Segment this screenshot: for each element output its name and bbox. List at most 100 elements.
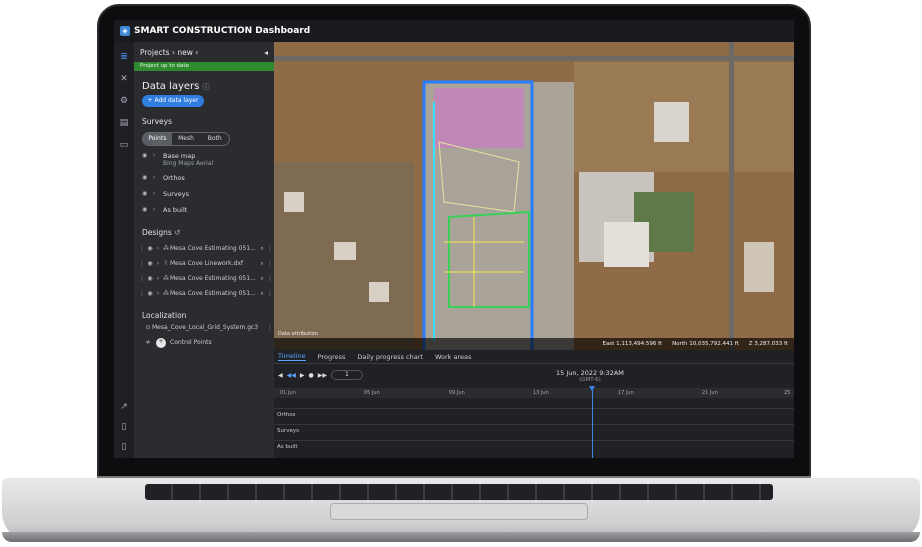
- laptop-base-lip: [2, 532, 920, 542]
- designs-title: Designs ↺: [142, 228, 181, 237]
- machine-icon[interactable]: ▤: [119, 118, 129, 128]
- icon-rail: ≣ ✕ ⚙ ▤ ▭ ↗ ▯ ▯: [114, 42, 134, 458]
- trackpad: [330, 503, 588, 520]
- chevron-right-icon[interactable]: ›: [154, 275, 162, 282]
- drag-handle-icon[interactable]: ⋮: [138, 245, 146, 252]
- skip-back-icon[interactable]: ◀: [278, 372, 283, 379]
- rewind-icon[interactable]: ◀◀: [287, 372, 296, 379]
- view-mode-points[interactable]: Points: [143, 133, 172, 145]
- step-input[interactable]: 1: [330, 370, 363, 380]
- chevron-right-icon[interactable]: ›: [153, 190, 159, 197]
- report-icon[interactable]: ▯: [119, 442, 129, 452]
- design-item[interactable]: ⋮ ◉ › ⁂ Mesa Cove Estimating 051... ⌕ ⋮: [134, 271, 274, 286]
- design-name: Mesa Cove Estimating 051...: [170, 275, 256, 282]
- external-link-icon[interactable]: ↗: [119, 402, 129, 412]
- coord-east: East 1,113,494.596 ft: [602, 341, 663, 347]
- view-mode-mesh[interactable]: Mesh: [172, 133, 201, 145]
- timeline-playhead[interactable]: [589, 386, 595, 458]
- eye-icon[interactable]: ◉: [146, 290, 154, 297]
- layer-orthos[interactable]: ◉ › Orthos: [134, 174, 274, 190]
- map-view[interactable]: East 1,113,494.596 ft North 10,035,792.4…: [274, 42, 794, 350]
- more-icon[interactable]: ⋮: [266, 275, 274, 282]
- timeline-row-surveys[interactable]: Surveys: [274, 424, 794, 438]
- view-mode-toggle: Points Mesh Both: [142, 132, 230, 146]
- more-icon[interactable]: ⋮: [266, 245, 274, 252]
- control-points-item[interactable]: ≉ + Control Points: [134, 335, 274, 350]
- drag-handle-icon[interactable]: ⋮: [138, 260, 146, 267]
- document-icon[interactable]: ▯: [119, 422, 129, 432]
- eye-icon[interactable]: ◉: [142, 174, 150, 181]
- chevron-right-icon[interactable]: ›: [154, 290, 162, 297]
- coord-z: Z 3,287.033 ft: [748, 341, 788, 347]
- aerial-imagery: [274, 42, 794, 350]
- history-icon[interactable]: ↺: [174, 228, 180, 237]
- zoom-icon[interactable]: ⌕: [258, 260, 266, 268]
- zoom-icon[interactable]: ⌕: [258, 245, 266, 253]
- play-icon[interactable]: ▶: [300, 372, 305, 379]
- hide-icon[interactable]: ≉: [144, 339, 152, 346]
- data-layers-title: Data layers ⓘ: [142, 81, 210, 92]
- layers-icon[interactable]: ≣: [119, 52, 129, 62]
- chevron-right-icon[interactable]: ›: [153, 206, 159, 213]
- tools-icon[interactable]: ✕: [119, 74, 129, 84]
- design-name: Mesa Cove Linework.dxf: [170, 260, 243, 267]
- tab-daily-progress-chart[interactable]: Daily progress chart: [357, 353, 423, 361]
- sidebar: Projects › new ‹ ◂ Project up to date Da…: [134, 42, 274, 458]
- help-icon[interactable]: ⓘ: [203, 83, 210, 91]
- record-icon[interactable]: ●: [308, 372, 313, 379]
- localization-file-name: Mesa_Cove_Local_Grid_System.gc3: [152, 324, 259, 331]
- layer-surveys[interactable]: ◉ › Surveys: [134, 190, 274, 206]
- tick-label: 09 Jun: [449, 390, 465, 396]
- layer-name: Base map: [163, 152, 196, 160]
- chevron-right-icon[interactable]: ›: [154, 260, 162, 267]
- zoom-icon[interactable]: ⌕: [258, 290, 266, 298]
- folder-icon[interactable]: ▭: [119, 140, 129, 150]
- linework-icon: ⌇: [164, 260, 168, 267]
- chevron-right-icon[interactable]: ›: [154, 245, 162, 252]
- surface-icon: ⁂: [163, 275, 169, 282]
- playback-controls: ◀ ◀◀ ▶ ● ▶▶ 1: [278, 370, 363, 380]
- design-item[interactable]: ⋮ ◉ › ⁂ Mesa Cove Estimating 051... ⌕ ⋮: [134, 241, 274, 256]
- timeline-panel: Timeline Progress Daily progress chart W…: [274, 350, 794, 458]
- surveys-title: Surveys: [142, 117, 172, 126]
- eye-icon[interactable]: ◉: [142, 190, 150, 197]
- eye-icon[interactable]: ◉: [142, 152, 150, 159]
- add-data-layer-button[interactable]: + Add data layer: [142, 95, 204, 107]
- design-item[interactable]: ⋮ ◉ › ⁂ Mesa Cove Estimating 051... ⌕ ⋮: [134, 286, 274, 301]
- tick-label: 21 Jun: [702, 390, 718, 396]
- view-mode-both[interactable]: Both: [200, 133, 229, 145]
- control-points-label: Control Points: [170, 339, 212, 346]
- eye-icon[interactable]: ◉: [146, 260, 154, 267]
- control-points-icon: +: [156, 337, 166, 348]
- tick-label: 05 Jun: [364, 390, 380, 396]
- screen: ◈ SMART CONSTRUCTION Dashboard ≣ ✕ ⚙ ▤ ▭…: [114, 20, 794, 458]
- layer-base-map[interactable]: ◉ › Base map Bing Maps Aerial: [134, 152, 274, 174]
- timeline-row-as-built[interactable]: As built: [274, 440, 794, 454]
- design-item[interactable]: ⋮ ◉ › ⌇ Mesa Cove Linework.dxf ⌕ ⋮: [134, 256, 274, 271]
- more-icon[interactable]: ⋮: [266, 260, 274, 267]
- chevron-right-icon[interactable]: ›: [153, 152, 159, 159]
- skip-forward-icon[interactable]: ▶▶: [318, 372, 327, 379]
- zoom-icon[interactable]: ⌕: [258, 275, 266, 283]
- timeline-row-orthos[interactable]: Orthos: [274, 408, 794, 422]
- drag-handle-icon[interactable]: ⋮: [138, 275, 146, 282]
- tab-progress[interactable]: Progress: [318, 353, 346, 361]
- project-breadcrumb[interactable]: Projects › new ‹ ◂: [134, 42, 274, 62]
- timezone: (GMT-6): [579, 377, 601, 383]
- settings-icon[interactable]: ⚙: [119, 96, 129, 106]
- app-logo-icon: ◈: [120, 26, 130, 36]
- eye-icon[interactable]: ◉: [146, 245, 154, 252]
- eye-icon[interactable]: ◉: [146, 275, 154, 282]
- tab-timeline[interactable]: Timeline: [278, 352, 306, 361]
- more-icon[interactable]: ⋮: [266, 290, 274, 297]
- drag-handle-icon[interactable]: ⋮: [138, 290, 146, 297]
- collapse-icon[interactable]: ◂: [264, 48, 268, 57]
- status-banner: Project up to date: [134, 62, 274, 71]
- localization-file[interactable]: ⊙ Mesa_Cove_Local_Grid_System.gc3 ⋮: [134, 320, 274, 335]
- chevron-right-icon[interactable]: ›: [153, 174, 159, 181]
- layer-as-built[interactable]: ◉ › As built: [134, 206, 274, 222]
- more-icon[interactable]: ⋮: [266, 324, 274, 331]
- timeline-tabs: Timeline Progress Daily progress chart W…: [274, 350, 794, 364]
- eye-icon[interactable]: ◉: [142, 206, 150, 213]
- tab-work-areas[interactable]: Work areas: [435, 353, 471, 361]
